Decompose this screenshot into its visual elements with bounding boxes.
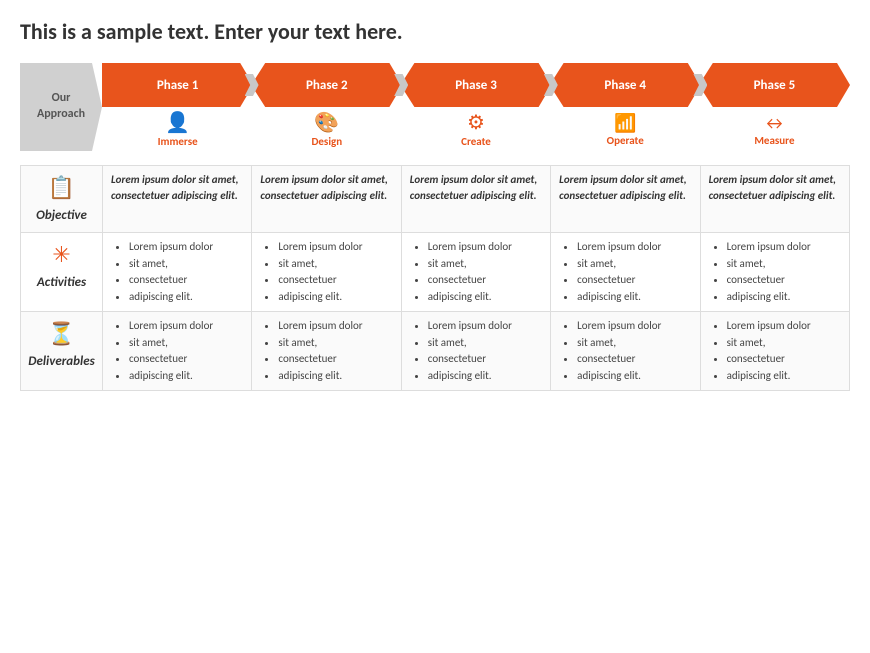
- phase-3: Phase 3 ⚙ Create: [400, 63, 551, 151]
- deliverables-label: Deliverables: [28, 354, 94, 369]
- objective-row: 📋 Objective Lorem ipsum dolor sit amet, …: [21, 166, 850, 233]
- phase-1-sublabel: Immerse: [158, 135, 198, 148]
- objective-label: Objective: [36, 208, 87, 223]
- objective-cell-1: Lorem ipsum dolor sit amet, consectetuer…: [103, 166, 252, 233]
- phase-5-icon: ↔: [763, 112, 786, 134]
- phase-1-icon: 👤: [165, 110, 190, 135]
- deliverables-list-5: Lorem ipsum dolorsit amet,consectetuerad…: [709, 318, 841, 384]
- phase-4: Phase 4 📶 Operate: [550, 63, 701, 151]
- objective-cell-5: Lorem ipsum dolor sit amet, consectetuer…: [700, 166, 849, 233]
- phase-4-icon: 📶: [614, 112, 636, 134]
- content-table: 📋 Objective Lorem ipsum dolor sit amet, …: [20, 165, 850, 391]
- phase-2: Phase 2 🎨 Design: [251, 63, 402, 151]
- approach-label: OurApproach: [20, 63, 102, 151]
- phase-2-icon: 🎨: [314, 110, 339, 135]
- phase-3-sublabel: Create: [461, 135, 491, 148]
- objective-cell-4: Lorem ipsum dolor sit amet, consectetuer…: [551, 166, 700, 233]
- objective-cell-2: Lorem ipsum dolor sit amet, consectetuer…: [252, 166, 401, 233]
- activities-header: ✳ Activities: [21, 233, 103, 312]
- deliverables-cell-5: Lorem ipsum dolorsit amet,consectetuerad…: [700, 312, 849, 391]
- deliverables-cell-1: Lorem ipsum dolorsit amet,consectetuerad…: [103, 312, 252, 391]
- activities-list-3: Lorem ipsum dolorsit amet,consectetuerad…: [410, 239, 542, 305]
- activities-cell-4: Lorem ipsum dolorsit amet,consectetuerad…: [551, 233, 700, 312]
- activities-row: ✳ Activities Lorem ipsum dolorsit amet,c…: [21, 233, 850, 312]
- deliverables-cell-4: Lorem ipsum dolorsit amet,consectetuerad…: [551, 312, 700, 391]
- activities-cell-2: Lorem ipsum dolorsit amet,consectetuerad…: [252, 233, 401, 312]
- deliverables-list-3: Lorem ipsum dolorsit amet,consectetuerad…: [410, 318, 542, 384]
- deliverables-list-4: Lorem ipsum dolorsit amet,consectetuerad…: [559, 318, 691, 384]
- deliverables-list-1: Lorem ipsum dolorsit amet,consectetuerad…: [111, 318, 243, 384]
- activities-cell-3: Lorem ipsum dolorsit amet,consectetuerad…: [401, 233, 550, 312]
- deliverables-cell-3: Lorem ipsum dolorsit amet,consectetuerad…: [401, 312, 550, 391]
- deliverables-row: ⏳ Deliverables Lorem ipsum dolorsit amet…: [21, 312, 850, 391]
- objective-icon: 📋: [25, 174, 98, 201]
- objective-cell-3: Lorem ipsum dolor sit amet, consectetuer…: [401, 166, 550, 233]
- deliverables-cell-2: Lorem ipsum dolorsit amet,consectetuerad…: [252, 312, 401, 391]
- phase-3-icon: ⚙: [467, 110, 485, 135]
- phase-4-sublabel: Operate: [607, 134, 644, 147]
- activities-list-2: Lorem ipsum dolorsit amet,consectetuerad…: [260, 239, 392, 305]
- phase-5-sublabel: Measure: [754, 134, 794, 147]
- deliverables-icon: ⏳: [25, 320, 98, 347]
- deliverables-list-2: Lorem ipsum dolorsit amet,consectetuerad…: [260, 318, 392, 384]
- activities-icon: ✳: [25, 241, 98, 268]
- activities-list-4: Lorem ipsum dolorsit amet,consectetuerad…: [559, 239, 691, 305]
- page-title: This is a sample text. Enter your text h…: [20, 18, 850, 45]
- activities-label: Activities: [37, 275, 86, 290]
- activities-cell-5: Lorem ipsum dolorsit amet,consectetuerad…: [700, 233, 849, 312]
- phase-1: Phase 1 👤 Immerse: [102, 63, 253, 151]
- phase-2-sublabel: Design: [311, 135, 342, 148]
- activities-list-5: Lorem ipsum dolorsit amet,consectetuerad…: [709, 239, 841, 305]
- deliverables-header: ⏳ Deliverables: [21, 312, 103, 391]
- objective-header: 📋 Objective: [21, 166, 103, 233]
- phase-5: Phase 5 ↔ Measure: [699, 63, 850, 151]
- activities-list-1: Lorem ipsum dolorsit amet,consectetuerad…: [111, 239, 243, 305]
- activities-cell-1: Lorem ipsum dolorsit amet,consectetuerad…: [103, 233, 252, 312]
